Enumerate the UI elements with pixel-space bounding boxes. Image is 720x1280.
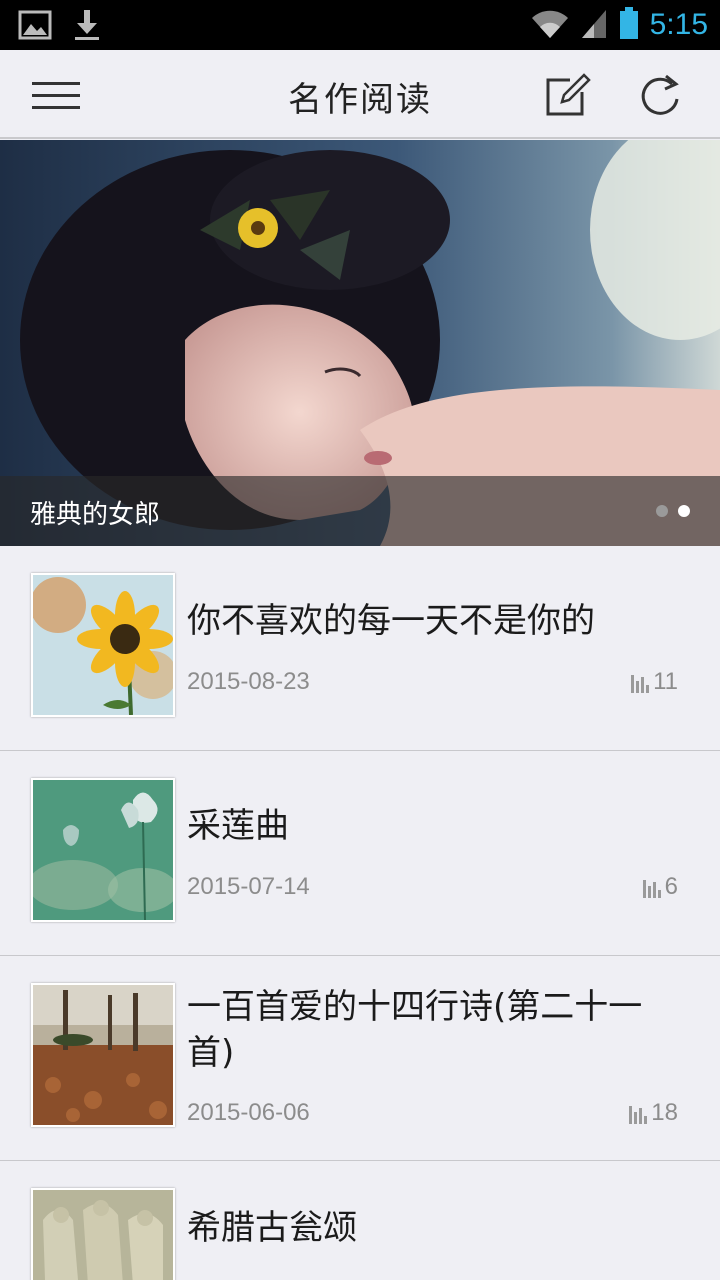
list-item[interactable]: 希腊古瓮颂: [0, 1161, 720, 1280]
read-count-value: 18: [651, 1099, 678, 1126]
article-list: 你不喜欢的每一天不是你的 2015-08-23 11 采莲曲 2015-07-1…: [0, 546, 720, 1280]
list-item[interactable]: 你不喜欢的每一天不是你的 2015-08-23 11: [0, 546, 720, 751]
read-count: 6: [642, 873, 678, 901]
wifi-icon: [530, 6, 570, 44]
signal-icon: [580, 6, 608, 44]
article-thumbnail: [31, 778, 175, 922]
stats-icon: [629, 1104, 648, 1124]
banner-title: 雅典的女郎: [30, 500, 161, 530]
refresh-icon[interactable]: [634, 70, 686, 122]
article-title: 你不喜欢的每一天不是你的: [187, 601, 595, 641]
status-bar: 5:15: [0, 0, 720, 50]
page-indicator: [656, 505, 690, 517]
article-title: 采莲曲: [187, 806, 289, 846]
edit-icon[interactable]: [540, 70, 592, 122]
article-date: 2015-08-23: [187, 668, 310, 695]
read-count: 11: [631, 668, 678, 696]
action-bar: 名作阅读: [0, 50, 720, 139]
article-thumbnail: [31, 573, 175, 717]
article-title: 希腊古瓮颂: [187, 1208, 357, 1248]
article-title: 一百首爱的十四行诗(第二十一首): [187, 987, 643, 1073]
list-item[interactable]: 一百首爱的十四行诗(第二十一首) 2015-06-06 18: [0, 956, 720, 1161]
page-dot-active[interactable]: [678, 505, 690, 517]
battery-icon: [618, 6, 640, 44]
article-thumbnail: [31, 983, 175, 1127]
list-item[interactable]: 采莲曲 2015-07-14 6: [0, 751, 720, 956]
download-icon: [72, 8, 102, 46]
article-date: 2015-06-06: [187, 1099, 310, 1126]
article-date: 2015-07-14: [187, 873, 310, 900]
featured-banner[interactable]: 雅典的女郎: [0, 140, 720, 546]
read-count-value: 6: [664, 873, 678, 900]
status-time: 5:15: [649, 8, 708, 41]
read-count: 18: [629, 1099, 678, 1127]
stats-icon: [642, 878, 661, 898]
page-title: 名作阅读: [288, 80, 432, 120]
article-thumbnail: [31, 1188, 175, 1280]
page-dot[interactable]: [656, 505, 668, 517]
read-count-value: 11: [653, 668, 678, 695]
gallery-icon: [18, 8, 52, 46]
stats-icon: [631, 673, 650, 693]
banner-caption: 雅典的女郎: [0, 476, 720, 546]
